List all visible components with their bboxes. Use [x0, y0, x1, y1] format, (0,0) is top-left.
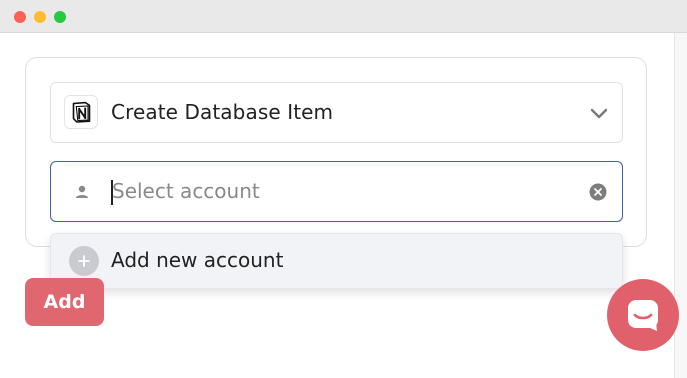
window-titlebar — [0, 0, 687, 33]
window-close-button[interactable] — [14, 11, 26, 23]
chat-launcher-button[interactable] — [607, 279, 679, 351]
account-dropdown-menu: Add new account — [50, 233, 623, 289]
person-icon — [73, 183, 91, 201]
plus-circle-icon — [69, 246, 99, 276]
window-minimize-button[interactable] — [34, 11, 46, 23]
menu-item-label: Add new account — [111, 248, 284, 272]
action-label: Create Database Item — [111, 100, 334, 124]
account-placeholder: Select account — [112, 179, 260, 203]
account-select-input[interactable]: Select account — [50, 161, 623, 222]
action-select[interactable]: Create Database Item — [50, 82, 623, 143]
clear-circle-icon[interactable] — [589, 183, 607, 201]
add-button[interactable]: Add — [25, 278, 104, 326]
chat-bubble-icon — [628, 300, 658, 331]
chevron-down-icon[interactable] — [589, 103, 609, 123]
notion-logo-icon — [64, 95, 98, 129]
window-maximize-button[interactable] — [54, 11, 66, 23]
